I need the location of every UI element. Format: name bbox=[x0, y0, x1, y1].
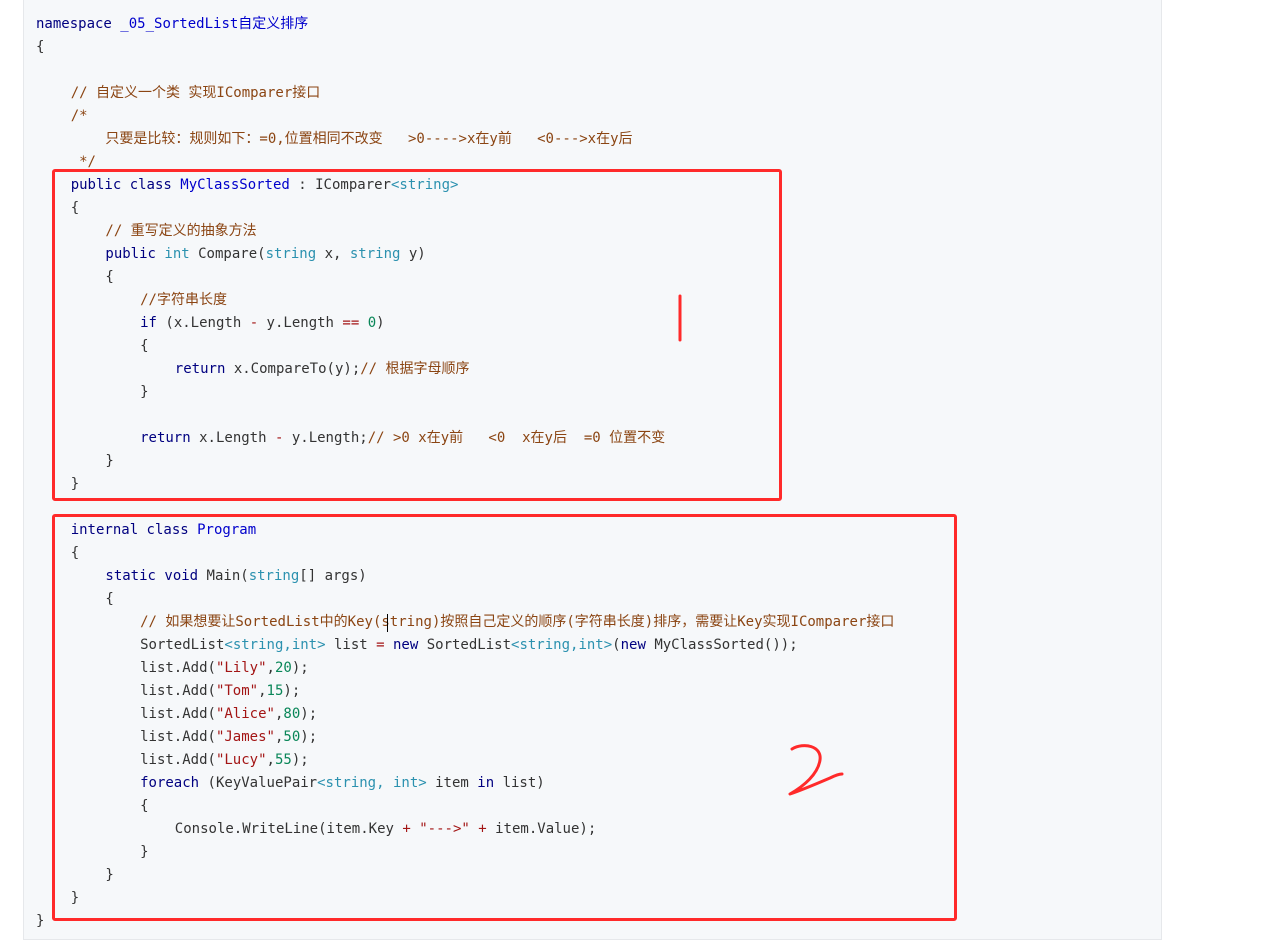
code-token: /* bbox=[70, 108, 88, 124]
code-token: // 自定义一个类 实现IComparer接口 bbox=[70, 85, 321, 101]
code-line: 只要是比较：规则如下：=0,位置相同不改变 >0---->x在y前 <0--->… bbox=[105, 128, 632, 151]
page: namespace _05_SortedList自定义排序 { // 自定义一个类 … bbox=[0, 0, 1281, 946]
code-line: { bbox=[36, 36, 44, 59]
code-line: namespace _05_SortedList自定义排序 bbox=[36, 13, 308, 36]
code-line: } bbox=[36, 910, 44, 933]
code-token: { bbox=[36, 39, 45, 55]
code-line: /* bbox=[71, 105, 88, 128]
annotation-box-2 bbox=[52, 514, 957, 921]
code-line: // 自定义一个类 实现IComparer接口 bbox=[71, 82, 321, 105]
code-token: */ bbox=[70, 154, 96, 170]
code-token: 只要是比较：规则如下：=0,位置相同不改变 >0---->x在y前 <0--->… bbox=[105, 131, 633, 147]
annotation-mark-2 bbox=[788, 744, 844, 796]
code-token: namespace bbox=[36, 16, 121, 32]
text-cursor bbox=[387, 614, 388, 632]
annotation-mark-1 bbox=[678, 294, 682, 342]
code-token: } bbox=[36, 913, 45, 929]
code-token: _05_SortedList自定义排序 bbox=[120, 16, 309, 32]
